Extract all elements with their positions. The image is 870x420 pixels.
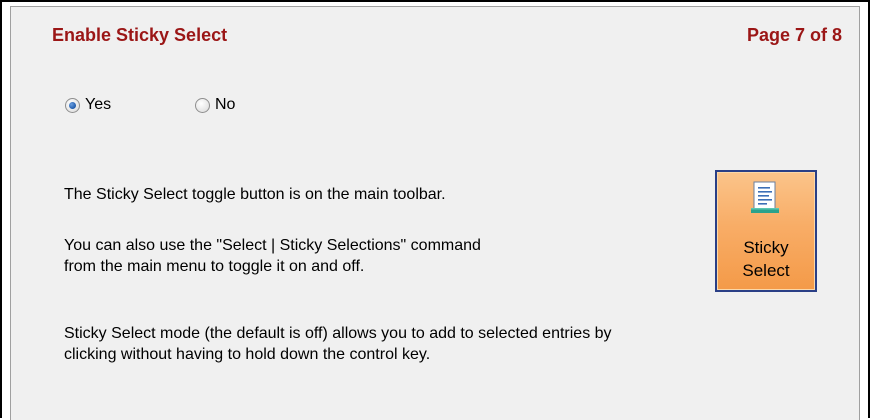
menu-command-line-1: You can also use the "Select | Sticky Se… (64, 237, 481, 254)
document-icon (751, 181, 779, 213)
mode-description: Sticky Select mode (the default is off) … (64, 323, 612, 365)
mode-description-line-2: clicking without having to hold down the… (64, 346, 431, 363)
window-frame: Enable Sticky Select Page 7 of 8 Yes No … (0, 0, 870, 420)
radio-selected-dot (69, 101, 76, 109)
page-indicator: Page 7 of 8 (746, 25, 842, 45)
mode-description-line-1: Sticky Select mode (the default is off) … (64, 325, 612, 342)
sticky-button-label-line-1: Sticky (743, 238, 789, 257)
page-title: Enable Sticky Select (52, 25, 228, 45)
no-radio-label[interactable]: No (215, 96, 235, 114)
yes-radio-option[interactable]: Yes (65, 96, 111, 114)
wizard-page-panel: Enable Sticky Select Page 7 of 8 Yes No … (10, 6, 860, 420)
menu-command-line-2: from the main menu to toggle it on and o… (64, 258, 365, 275)
toolbar-description: The Sticky Select toggle button is on th… (64, 186, 446, 203)
no-radio-button[interactable] (195, 97, 210, 113)
yes-radio-label[interactable]: Yes (85, 96, 111, 114)
menu-command-description: You can also use the "Select | Sticky Se… (64, 235, 481, 277)
yes-radio-button[interactable] (65, 97, 80, 113)
sticky-button-label-line-2: Select (742, 261, 790, 280)
sticky-select-button[interactable]: Sticky Select (715, 170, 817, 292)
no-radio-option[interactable]: No (195, 96, 235, 114)
